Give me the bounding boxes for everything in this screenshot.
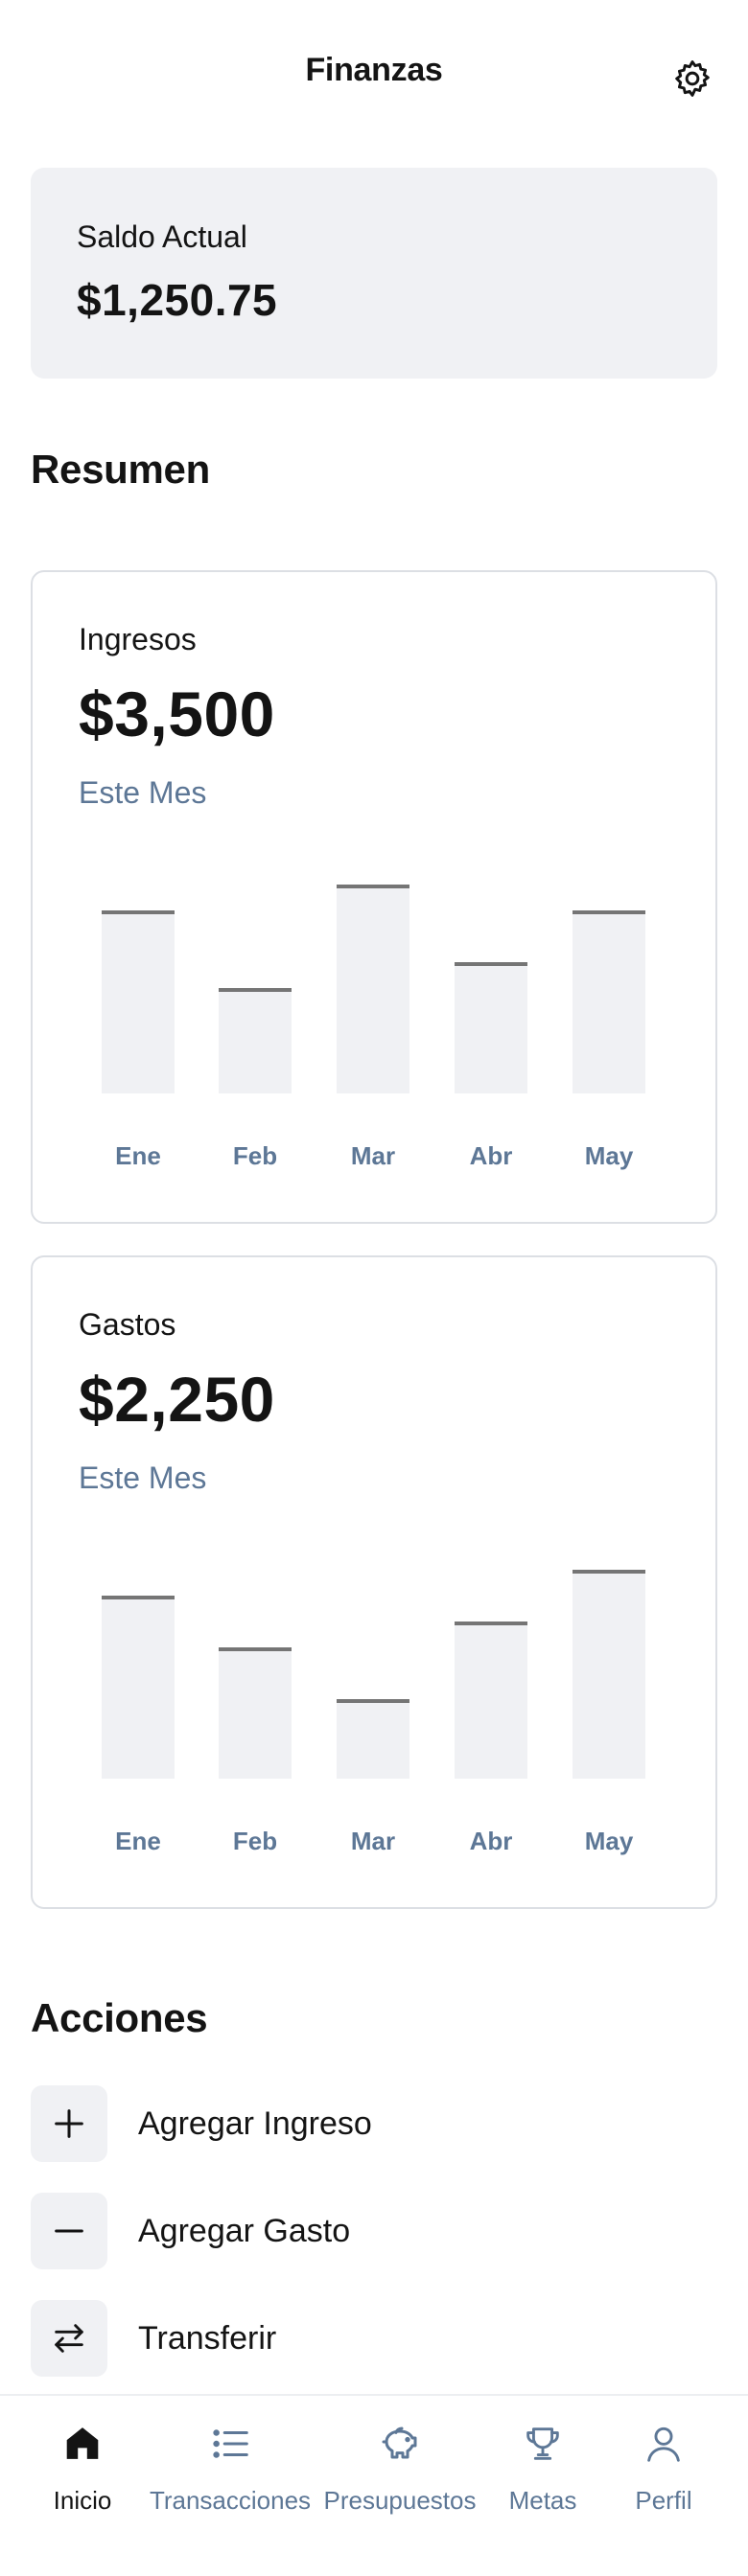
- bar-mar: [337, 1701, 409, 1779]
- x-tick-label: Mar: [351, 1827, 395, 1855]
- bar-may: [573, 912, 645, 1093]
- summary-title: Resumen: [31, 447, 210, 492]
- x-tick-label: Feb: [233, 1827, 277, 1855]
- action-label: Agregar Gasto: [138, 2212, 351, 2249]
- nav-label: Presupuestos: [323, 2486, 477, 2515]
- app-header: Finanzas: [0, 0, 748, 150]
- list-icon: [213, 2429, 248, 2458]
- action-label: Transferir: [138, 2319, 277, 2357]
- x-tick-label: Mar: [351, 1141, 395, 1170]
- x-tick-label: May: [585, 1141, 634, 1170]
- bar-may: [573, 1572, 645, 1779]
- action-icon-box: [31, 2085, 107, 2162]
- bottom-nav: Inicio Transacciones Presupuestos Metas: [0, 2394, 748, 2576]
- bar-feb: [219, 990, 292, 1093]
- nav-label: Transacciones: [149, 2486, 312, 2515]
- settings-button[interactable]: [669, 56, 715, 102]
- nav-item-presupuestos[interactable]: Presupuestos: [322, 2396, 478, 2540]
- actions-title: Acciones: [31, 1995, 208, 2040]
- x-tick-label: May: [585, 1827, 634, 1855]
- expense-bar-chart: Ene Feb Mar Abr May: [102, 1570, 645, 1855]
- bar-abr: [455, 1623, 527, 1779]
- x-tick-label: Abr: [470, 1141, 513, 1170]
- x-tick-label: Abr: [470, 1827, 513, 1855]
- nav-item-transacciones[interactable]: Transacciones: [147, 2396, 314, 2540]
- bar-mar: [337, 886, 409, 1093]
- user-icon: [647, 2426, 680, 2462]
- action-icon-box: [31, 2193, 107, 2269]
- x-tick-label: Ene: [115, 1141, 161, 1170]
- trophy-icon: [526, 2427, 559, 2460]
- nav-label: Perfil: [635, 2486, 692, 2515]
- action-label: Agregar Ingreso: [138, 2104, 372, 2142]
- bar-ene: [102, 1598, 175, 1779]
- plus-icon: [55, 2109, 83, 2138]
- nav-label: Inicio: [53, 2486, 112, 2515]
- add-expense-button[interactable]: Agregar Gasto: [31, 2193, 717, 2269]
- action-icon-box: [31, 2300, 107, 2377]
- home-icon: [66, 2427, 99, 2459]
- piggy-bank-icon: [382, 2426, 417, 2459]
- x-tick-label: Ene: [115, 1827, 161, 1855]
- bar-abr: [455, 964, 527, 1093]
- balance-value: $1,250.75: [77, 275, 278, 325]
- nav-item-metas[interactable]: Metas: [489, 2396, 596, 2540]
- income-chart-card: Ingresos $3,500 Este Mes Ene Feb Mar Abr May: [31, 570, 717, 1224]
- nav-item-inicio[interactable]: Inicio: [29, 2396, 136, 2540]
- transfer-arrows-icon: [55, 2324, 83, 2353]
- transfer-button[interactable]: Transferir: [31, 2300, 717, 2377]
- balance-label: Saldo Actual: [77, 219, 247, 254]
- add-income-button[interactable]: Agregar Ingreso: [31, 2085, 717, 2162]
- income-bar-chart: Ene Feb Mar Abr May: [102, 885, 645, 1170]
- nav-item-perfil[interactable]: Perfil: [610, 2396, 717, 2540]
- balance-card: Saldo Actual $1,250.75: [31, 168, 717, 379]
- bar-ene: [102, 912, 175, 1093]
- expense-chart-card: Gastos $2,250 Este Mes Ene Feb Mar Abr May: [31, 1255, 717, 1909]
- minus-icon: [55, 2229, 83, 2233]
- nav-label: Metas: [508, 2486, 577, 2515]
- bar-feb: [219, 1649, 292, 1779]
- x-tick-label: Feb: [233, 1141, 277, 1170]
- page-title: Finanzas: [305, 52, 443, 88]
- gear-icon: [675, 60, 710, 97]
